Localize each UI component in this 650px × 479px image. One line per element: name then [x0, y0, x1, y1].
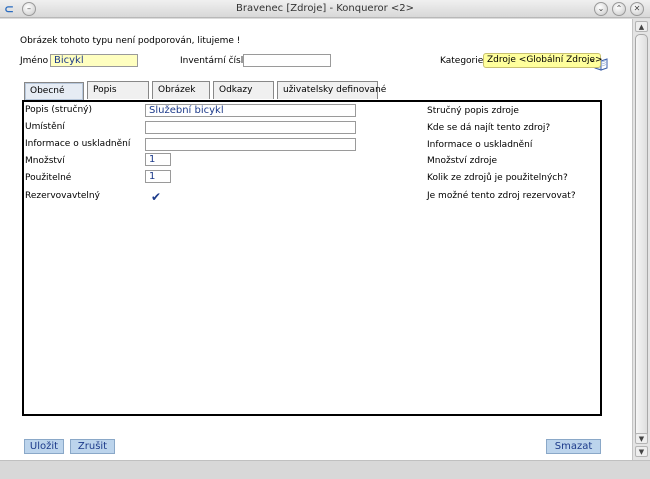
vertical-scrollbar[interactable]: ▲ ▼ ▼	[632, 19, 650, 460]
name-field[interactable]: Bicykl	[50, 54, 138, 67]
location-field[interactable]	[145, 121, 356, 134]
tab-image[interactable]: Obrázek	[152, 81, 210, 99]
close-icon[interactable]: ✕	[630, 2, 644, 16]
name-label: Jméno	[20, 56, 49, 66]
field-label-short-description: Popis (stručný)	[25, 105, 92, 115]
field-label-storage-info: Informace o uskladnění	[25, 139, 131, 149]
tab-label: Obecné	[30, 86, 65, 96]
chevron-down-icon[interactable]: ⌄	[594, 2, 608, 16]
field-label-quantity: Množství	[25, 156, 65, 166]
status-bar	[0, 460, 650, 479]
scrollbar-thumb[interactable]	[635, 34, 648, 438]
field-help-location: Kde se dá najít tento zdroj?	[427, 123, 551, 133]
tab-description[interactable]: Popis	[87, 81, 149, 99]
category-label: Kategorie	[440, 56, 484, 66]
short-description-field[interactable]: Služební bicykl	[145, 104, 356, 117]
usable-field[interactable]: 1	[145, 170, 171, 183]
field-label-usable: Použitelné	[25, 173, 72, 183]
field-help-storage-info: Informace o uskladnění	[427, 140, 533, 150]
tab-label: Odkazy	[219, 85, 253, 95]
category-select-value: Zdroje <Globální Zdroje>	[487, 55, 603, 65]
cancel-button[interactable]: Zrušit	[70, 439, 115, 454]
storage-info-field[interactable]	[145, 138, 356, 151]
field-help-reservable: Je možné tento zdroj rezervovat?	[427, 191, 576, 201]
chevron-down-icon: ⌄	[588, 55, 596, 65]
field-label-location: Umístění	[25, 122, 65, 132]
field-help-usable: Kolik ze zdrojů je použitelných?	[427, 173, 568, 183]
inventory-number-label: Inventární číslo	[180, 56, 249, 66]
quantity-field[interactable]: 1	[145, 153, 171, 166]
unsupported-image-message: Obrázek tohoto typu není podporován, lit…	[20, 36, 241, 46]
tab-user-defined[interactable]: uživatelsky definované	[277, 81, 386, 99]
tab-label: uživatelsky definované	[283, 85, 387, 95]
field-help-short-description: Stručný popis zdroje	[427, 106, 519, 116]
chevron-up-icon[interactable]: ⌃	[612, 2, 626, 16]
scroll-down-icon[interactable]: ▼	[635, 433, 648, 444]
field-label-reservable: Rezervovavtelný	[25, 191, 100, 201]
window-titlebar: ⊂ – Bravenec [Zdroje] - Konqueror <2> ⌄ …	[0, 0, 650, 18]
tab-label: Obrázek	[158, 85, 196, 95]
tab-links[interactable]: Odkazy	[213, 81, 274, 99]
window-title: Bravenec [Zdroje] - Konqueror <2>	[235, 3, 415, 14]
save-button[interactable]: Uložit	[24, 439, 64, 454]
scroll-down-icon[interactable]: ▼	[635, 446, 648, 457]
tab-label: Popis	[93, 85, 117, 95]
tab-general[interactable]: Obecné	[24, 82, 84, 100]
inventory-number-field[interactable]	[243, 54, 331, 67]
scroll-up-icon[interactable]: ▲	[635, 21, 648, 32]
category-select[interactable]: Zdroje <Globální Zdroje> ⌄	[483, 53, 603, 68]
delete-button[interactable]: Smazat	[546, 439, 601, 454]
checkmark-icon[interactable]: ✔	[148, 190, 164, 204]
field-help-quantity: Množství zdroje	[427, 156, 498, 166]
